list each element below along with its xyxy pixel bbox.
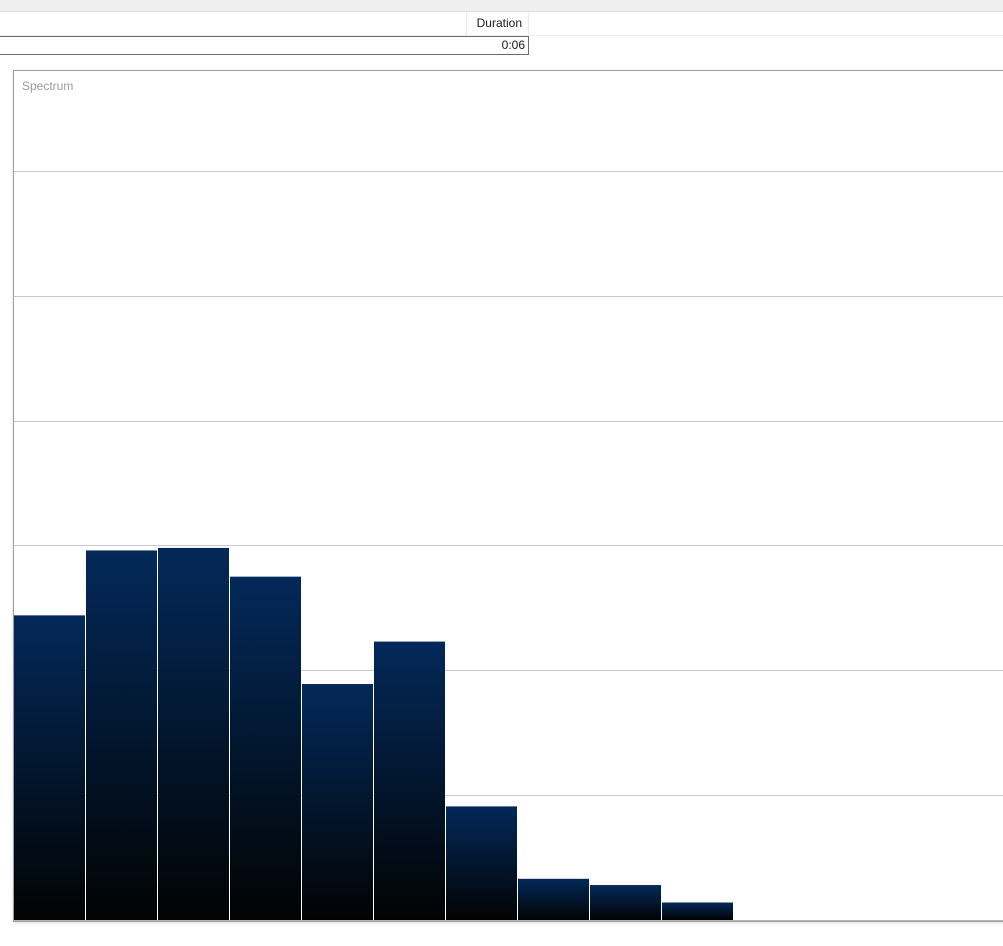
- bar-69: [86, 550, 157, 920]
- spectrum-panel: 5069941291762413314536208501.2K1.6K2.2K3…: [13, 70, 1003, 922]
- chart-title: Spectrum: [22, 79, 74, 93]
- bar-176: [302, 684, 373, 920]
- table-row[interactable]: 0:06: [0, 36, 1003, 55]
- bar-331: [446, 806, 517, 920]
- duration-cell: 0:06: [501, 38, 525, 52]
- bar-620: [590, 885, 661, 920]
- bar-850: [662, 902, 733, 920]
- bar-50: [14, 615, 85, 920]
- column-header-name[interactable]: [0, 12, 467, 35]
- column-header-duration[interactable]: Duration: [467, 12, 529, 35]
- bar-241: [374, 641, 445, 920]
- spectrum-chart: 5069941291762413314536208501.2K1.6K2.2K3…: [14, 171, 1003, 921]
- bar-94: [158, 547, 229, 920]
- window-top-strip: [0, 0, 1003, 12]
- selected-row-outline: [0, 36, 529, 55]
- bar-453: [518, 878, 589, 920]
- bar-129: [230, 576, 301, 920]
- table-header-row: Duration: [0, 12, 1003, 36]
